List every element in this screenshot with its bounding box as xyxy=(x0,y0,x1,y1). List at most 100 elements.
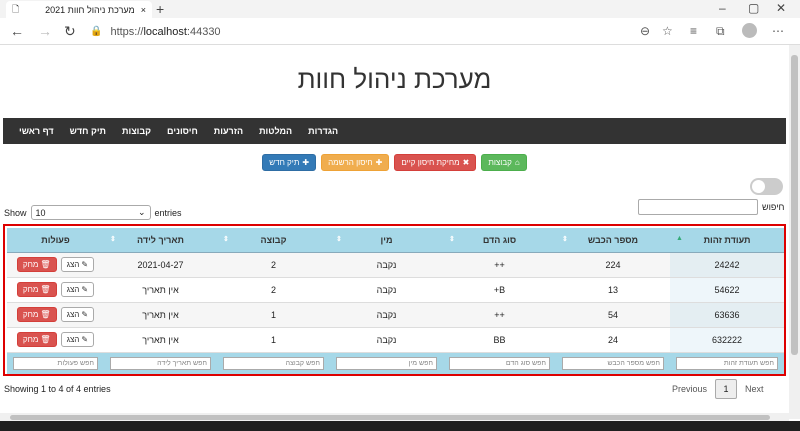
table-row: 63636 54 ++ נקבה 1 אין תאריך ✎ הצג 🗑 מחק xyxy=(7,302,784,328)
sort-icon: ⇕ xyxy=(562,236,568,243)
show-button[interactable]: ✎ הצג xyxy=(60,282,95,297)
filter-blood-type-input[interactable]: חפש סוג הדם xyxy=(449,356,550,370)
cell-sheep-number: 224 xyxy=(556,252,670,278)
browser-tab[interactable]: 🗋 2021 מערכת ניהול חוות × xyxy=(6,1,152,18)
address-bar[interactable]: 🔒 https:// localhost :44330 xyxy=(90,22,680,41)
pencil-icon: ✎ xyxy=(81,260,89,269)
delete-button[interactable]: 🗑 מחק xyxy=(16,282,57,297)
column-header-sheep-number[interactable]: מספר הכבש ⇕ xyxy=(556,228,670,253)
maximize-button[interactable]: ▢ xyxy=(748,1,759,15)
cell-actions: ✎ הצג 🗑 מחק xyxy=(7,252,104,278)
table-row: 24242 224 ++ נקבה 2 2021-04-27 ✎ הצג 🗑 מחק xyxy=(7,252,784,278)
column-header-actions[interactable]: פעולות xyxy=(7,228,104,253)
sort-icon: ⇕ xyxy=(449,236,455,243)
column-header-gender[interactable]: מין ⇕ xyxy=(330,228,443,253)
trash-icon: 🗑 xyxy=(40,260,51,269)
trash-icon: 🗑 xyxy=(40,335,51,344)
cell-blood-type: BB xyxy=(443,327,556,353)
tab-title: 2021 מערכת ניהול חוות xyxy=(45,4,135,15)
minimize-button[interactable]: – xyxy=(719,1,726,15)
cell-sheep-number: 13 xyxy=(556,277,670,303)
scrollbar-thumb[interactable] xyxy=(791,55,798,355)
cell-id: 632222 xyxy=(670,327,784,353)
page-1-button[interactable]: 1 xyxy=(715,379,738,399)
filter-actions-input[interactable]: חפש פעולות xyxy=(13,356,98,370)
filter-id-input[interactable]: חפש תעודת זהות xyxy=(676,356,778,370)
scrollbar-thumb[interactable] xyxy=(10,415,770,420)
delete-button[interactable]: 🗑 מחק xyxy=(16,307,57,322)
page-icon: 🗋 xyxy=(12,3,20,14)
table-info: Showing 1 to 4 of 4 entries xyxy=(4,384,111,394)
show-button[interactable]: ✎ הצג xyxy=(60,332,95,347)
table-search: חיפוש xyxy=(638,199,784,215)
zoom-icon[interactable]: ⊖ xyxy=(640,24,650,38)
new-file-button[interactable]: ✚ תיק חדש xyxy=(262,154,317,171)
more-menu-icon[interactable]: ⋯ xyxy=(772,24,784,38)
filter-group-input[interactable]: חפש קבוצה xyxy=(223,356,324,370)
cell-gender: נקבה xyxy=(330,302,443,328)
cell-group: 1 xyxy=(217,327,330,353)
page-length-control: Show 10 ⌄ entries xyxy=(4,205,182,220)
sort-icon: ⇕ xyxy=(110,236,116,243)
avatar[interactable] xyxy=(742,23,757,38)
filter-sheep-number-input[interactable]: חפש מספר הכבש xyxy=(562,356,664,370)
delete-button[interactable]: 🗑 מחק xyxy=(16,257,57,272)
cell-gender: נקבה xyxy=(330,277,443,303)
show-button[interactable]: ✎ הצג xyxy=(60,257,95,272)
browser-toolbar: ← → ↻ 🔒 https:// localhost :44330 ⊖ ☆ ≡ … xyxy=(0,18,800,45)
new-tab-button[interactable]: + xyxy=(156,1,164,17)
table-row: 54622 13 B+ נקבה 2 אין תאריך ✎ הצג 🗑 מחק xyxy=(7,277,784,303)
os-taskbar xyxy=(0,421,800,431)
cell-sheep-number: 54 xyxy=(556,302,670,328)
nav-item-new-file[interactable]: תיק חדש xyxy=(70,126,106,136)
pencil-icon: ✎ xyxy=(81,335,89,344)
plus-icon: ✚ xyxy=(375,158,383,167)
favorites-list-icon[interactable]: ≡ xyxy=(690,24,697,38)
nav-item-settings[interactable]: הגדרות xyxy=(308,126,338,136)
page-title: מערכת ניהול חוות xyxy=(297,64,492,94)
tab-close-icon[interactable]: × xyxy=(141,5,146,15)
data-table-container: תעודת זהות ▲ מספר הכבש ⇕ סוג הדם ⇕ מין ⇕ קבו… xyxy=(3,224,786,376)
column-header-group[interactable]: קבוצה ⇕ xyxy=(217,228,330,253)
column-header-id[interactable]: תעודת זהות ▲ xyxy=(670,228,784,253)
browser-tab-strip: 🗋 2021 מערכת ניהול חוות × + – ▢ ✕ xyxy=(0,0,800,18)
nav-item-inseminations[interactable]: הזרעות xyxy=(214,126,243,136)
nav-item-births[interactable]: המלטות xyxy=(259,126,292,136)
cell-actions: ✎ הצג 🗑 מחק xyxy=(7,302,104,328)
delete-vaccine-button[interactable]: ✖ מחיקת חיסון קיים xyxy=(394,154,477,171)
previous-page-button[interactable]: Previous xyxy=(672,384,707,394)
back-arrow-icon[interactable]: ← xyxy=(10,23,24,39)
cell-id: 54622 xyxy=(670,277,784,303)
table-header-row: תעודת זהות ▲ מספר הכבש ⇕ סוג הדם ⇕ מין ⇕ קבו… xyxy=(7,228,784,253)
vertical-scrollbar[interactable] xyxy=(789,45,800,419)
delete-button[interactable]: 🗑 מחק xyxy=(16,332,57,347)
forward-arrow-icon[interactable]: → xyxy=(38,23,52,39)
plus-icon: ✚ xyxy=(302,158,310,167)
next-page-button[interactable]: Next xyxy=(745,384,764,394)
toggle-knob xyxy=(752,180,765,193)
horizontal-scrollbar[interactable] xyxy=(0,413,789,421)
table-row: 632222 24 BB נקבה 1 אין תאריך ✎ הצג 🗑 מחק xyxy=(7,327,784,353)
pagination: Previous 1 Next xyxy=(672,379,764,399)
toggle-switch[interactable] xyxy=(750,178,783,195)
favorite-icon[interactable]: ☆ xyxy=(662,24,673,38)
collections-icon[interactable]: ⧉ xyxy=(716,24,725,39)
cell-birth-date: אין תאריך xyxy=(104,302,217,328)
page-length-select[interactable]: 10 ⌄ xyxy=(30,205,151,220)
column-header-birth-date[interactable]: תאריך לידה ⇕ xyxy=(104,228,217,253)
url-host: localhost xyxy=(143,25,187,38)
entries-label: entries xyxy=(154,207,182,218)
column-header-blood-type[interactable]: סוג הדם ⇕ xyxy=(443,228,556,253)
filter-birth-date-input[interactable]: חפש תאריך לידה xyxy=(110,356,211,370)
groups-button[interactable]: ⌂ קבוצות xyxy=(481,154,527,171)
filter-gender-input[interactable]: חפש מין xyxy=(336,356,437,370)
cell-gender: נקבה xyxy=(330,252,443,278)
nav-item-vaccinations[interactable]: חיסונים xyxy=(167,126,198,136)
register-vaccine-button[interactable]: ✚ חיסון הרשמה xyxy=(321,154,390,171)
search-input[interactable] xyxy=(638,199,758,215)
show-button[interactable]: ✎ הצג xyxy=(60,307,95,322)
nav-item-groups[interactable]: קבוצות xyxy=(122,126,151,136)
refresh-icon[interactable]: ↻ xyxy=(64,23,76,39)
nav-item-home[interactable]: דף ראשי xyxy=(19,126,54,136)
close-window-button[interactable]: ✕ xyxy=(776,1,786,15)
